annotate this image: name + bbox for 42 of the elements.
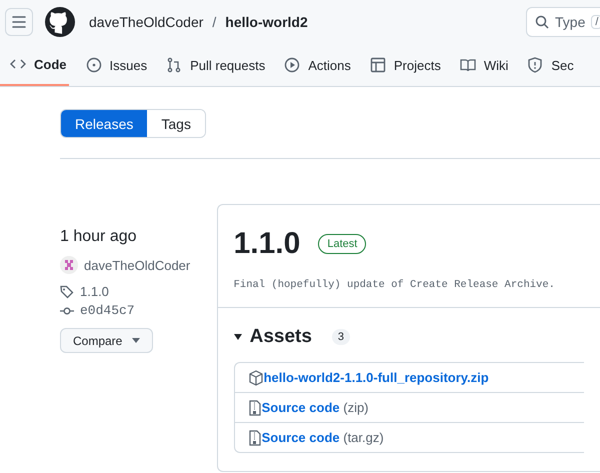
release-version: 1.1.0 xyxy=(234,227,300,261)
play-icon xyxy=(284,57,300,73)
table-icon xyxy=(370,57,386,73)
book-icon xyxy=(460,57,476,73)
caret-icon xyxy=(132,338,140,343)
expand-caret-icon[interactable] xyxy=(234,334,242,340)
menu-icon xyxy=(12,16,26,28)
repo-link[interactable]: hello-world2 xyxy=(225,14,308,30)
owner-link[interactable]: daveTheOldCoder xyxy=(89,14,204,30)
nav-tab[interactable]: Pull requests xyxy=(164,44,268,86)
nav-tab[interactable]: Wiki xyxy=(458,44,510,86)
asset-link[interactable]: Source code (zip) xyxy=(262,400,369,415)
release-time: 1 hour ago xyxy=(60,228,138,246)
assets-count: 3 xyxy=(332,329,350,345)
asset-link[interactable]: Source code (tar.gz) xyxy=(262,430,384,445)
zip-file-icon xyxy=(248,400,261,416)
asset-link[interactable]: hello-world2-1.1.0-full_repository.zip xyxy=(264,370,489,385)
nav-tab[interactable]: Issues xyxy=(84,44,150,86)
shield-icon xyxy=(527,57,544,73)
nav-tab[interactable]: Code xyxy=(0,44,68,86)
author-link[interactable]: daveTheOldCoder xyxy=(84,258,190,272)
menu-button[interactable] xyxy=(5,8,33,36)
latest-badge: Latest xyxy=(318,234,366,254)
path-separator: / xyxy=(212,14,216,30)
search-field[interactable]: Type / xyxy=(526,7,600,37)
view-tab[interactable]: Releases xyxy=(61,110,148,137)
commit-link[interactable]: e0d45c7 xyxy=(80,303,135,318)
issue-icon xyxy=(86,57,102,73)
nav-tab[interactable]: Actions xyxy=(282,44,353,86)
tag-icon xyxy=(60,284,74,298)
nav-tab[interactable]: Projects xyxy=(368,44,443,86)
tag-link[interactable]: 1.1.0 xyxy=(80,284,109,299)
logo-icon[interactable] xyxy=(45,7,75,37)
compare-button[interactable]: Compare xyxy=(60,328,154,353)
zip-file-icon xyxy=(248,430,261,446)
search-icon xyxy=(535,15,549,29)
nav-tab[interactable]: Sec xyxy=(525,44,576,86)
shortcut-key: / xyxy=(591,15,600,29)
assets-heading: Assets xyxy=(250,326,312,348)
pull-request-icon xyxy=(166,57,182,73)
release-description: Final (hopefully) update of Create Release Archive. xyxy=(234,279,556,291)
package-icon xyxy=(248,370,263,386)
